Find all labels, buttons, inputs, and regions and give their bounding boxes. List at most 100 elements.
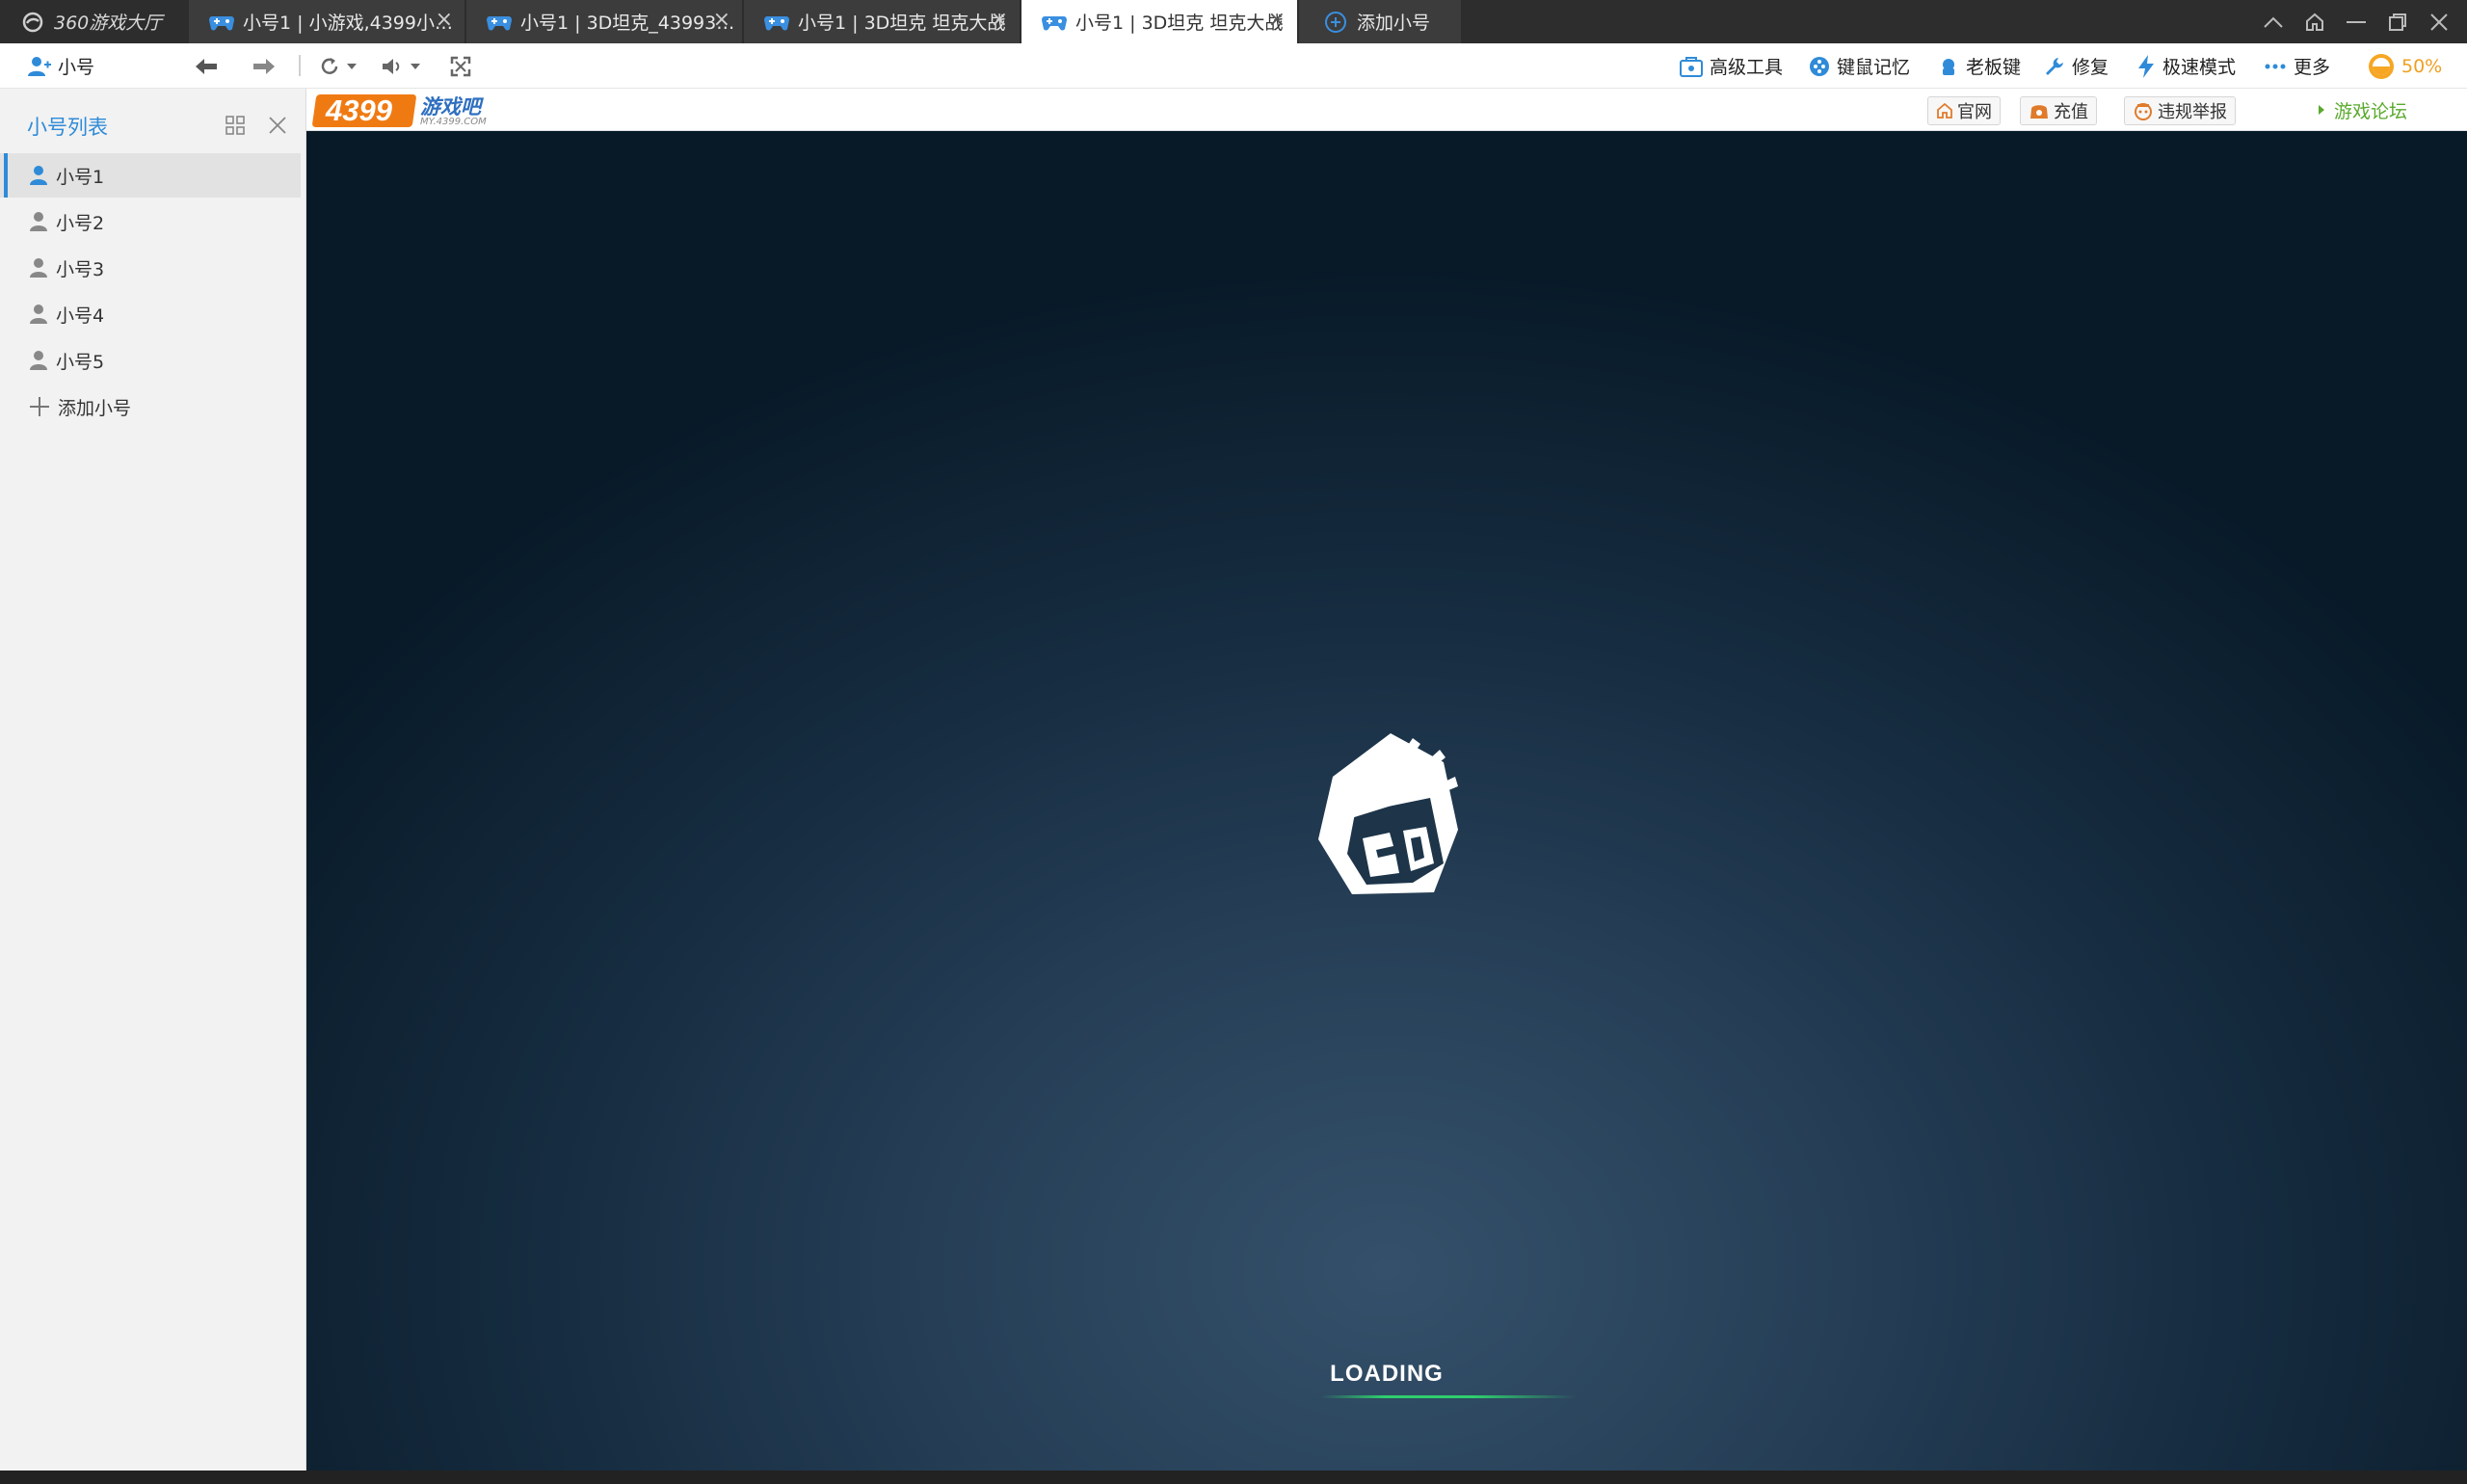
recharge-button[interactable]: 充值: [2020, 96, 2097, 125]
4399-logo[interactable]: 4399 游戏吧 MY.4399.COM: [311, 91, 507, 129]
volume-dropdown[interactable]: [380, 43, 422, 89]
fullscreen-icon[interactable]: [449, 43, 472, 89]
tab-close-icon[interactable]: ×: [713, 10, 730, 31]
sidebar-item-account1[interactable]: 小号1: [0, 153, 301, 198]
repair-button[interactable]: 修复: [2043, 43, 2109, 89]
tab-close-icon[interactable]: ×: [1268, 10, 1286, 31]
sidebar-item-account4[interactable]: 小号4: [0, 292, 301, 336]
advanced-tools-label: 高级工具: [1710, 57, 1784, 78]
account-label: 小号: [58, 57, 95, 78]
add-circle-icon: [1325, 11, 1346, 33]
forward-arrow-icon[interactable]: [251, 43, 278, 89]
caret-right-icon: [2319, 105, 2324, 115]
account-sidebar: 小号列表 小号1 小号2 小号3 小号4 小号5 添加小号: [0, 89, 306, 1471]
sidebar-item-label: 小号1: [56, 166, 105, 188]
sidebar-item-account5[interactable]: 小号5: [0, 338, 301, 383]
chevron-down-icon: [411, 63, 420, 69]
user-icon: [30, 212, 47, 231]
recharge-bag-icon: [2030, 105, 2048, 119]
tab-label: 小号1 | 3D坦克_43993D...: [520, 13, 742, 34]
turbo-mode-button[interactable]: 极速模式: [2135, 43, 2236, 89]
loading-text: LOADING: [1330, 1361, 1444, 1387]
lightning-icon: [2138, 54, 2154, 78]
refresh-dropdown[interactable]: [318, 43, 358, 89]
tab-account1-3dtank-active[interactable]: 小号1 | 3D坦克 坦克大战 ×: [1021, 0, 1297, 43]
volume-level-icon: [2369, 53, 2394, 79]
grid-view-icon[interactable]: [225, 116, 245, 135]
tab-label: 小号1 | 3D坦克 坦克大战: [798, 13, 1006, 34]
tab-home[interactable]: 360游戏大厅: [0, 0, 187, 43]
volume-level-button[interactable]: 50%: [2367, 43, 2442, 89]
restore-icon[interactable]: [2377, 0, 2418, 43]
official-label: 官网: [1957, 102, 1992, 122]
plus-icon: [30, 397, 49, 416]
toolbar-divider: [299, 55, 301, 76]
tab-close-icon[interactable]: ×: [991, 10, 1008, 31]
logo-number: 4399: [326, 93, 392, 127]
report-label: 违规举报: [2158, 102, 2227, 122]
3d-tank-logo-icon: [1318, 733, 1458, 894]
user-icon: [30, 351, 47, 370]
speaker-icon: [383, 58, 400, 74]
sidebar-item-account2[interactable]: 小号2: [0, 199, 301, 244]
user-add-icon: [28, 56, 51, 76]
report-face-icon: [2135, 103, 2152, 120]
game-forum-link[interactable]: 游戏论坛: [2317, 89, 2407, 131]
gamepad-icon: [764, 15, 789, 30]
keymouse-label: 键鼠记忆: [1837, 57, 1911, 78]
home-icon[interactable]: [2295, 0, 2335, 43]
loading-progress-line: [1320, 1395, 1576, 1398]
more-label: 更多: [2294, 57, 2331, 78]
turbo-label: 极速模式: [2162, 57, 2237, 78]
gamepad-icon: [1042, 15, 1067, 30]
advanced-tools-button[interactable]: 高级工具: [1679, 43, 1783, 89]
minimize-icon[interactable]: [2336, 0, 2376, 43]
boss-key-button[interactable]: 老板键: [1937, 43, 2021, 89]
official-site-button[interactable]: 官网: [1927, 96, 2001, 125]
tab-account1-minigames[interactable]: 小号1 | 小游戏,4399小游... ×: [189, 0, 464, 43]
tab-account1-3dtank-a[interactable]: 小号1 | 3D坦克_43993D... ×: [466, 0, 742, 43]
add-account-label: 添加小号: [58, 397, 132, 419]
tab-label: 小号1 | 小游戏,4399小游...: [243, 13, 464, 34]
back-arrow-icon[interactable]: [193, 43, 220, 89]
user-icon: [30, 166, 47, 185]
tab-add-account[interactable]: 添加小号: [1299, 0, 1461, 43]
tab-home-label: 360游戏大厅: [54, 13, 163, 34]
sidebar-item-label: 小号5: [56, 351, 105, 373]
add-account-button[interactable]: 添加小号: [0, 384, 301, 429]
tab-account1-3dtank-b[interactable]: 小号1 | 3D坦克 坦克大战 ×: [744, 0, 1020, 43]
toolbox-icon: [1680, 56, 1703, 77]
more-button[interactable]: 更多: [2265, 43, 2330, 89]
gamepad-round-icon: [1810, 56, 1829, 76]
keymouse-memory-button[interactable]: 键鼠记忆: [1808, 43, 1910, 89]
collapse-up-icon[interactable]: [2253, 0, 2294, 43]
gamepad-icon: [487, 15, 512, 30]
close-window-icon[interactable]: [2419, 0, 2459, 43]
more-dots-icon: [2265, 64, 2286, 68]
logo-url: MY.4399.COM: [420, 117, 487, 127]
chevron-down-icon: [347, 63, 357, 69]
user-icon: [30, 258, 47, 278]
wrench-icon: [2046, 57, 2063, 75]
user-icon: [30, 305, 47, 324]
sidebar-title: 小号列表: [27, 116, 108, 139]
refresh-icon: [321, 57, 338, 74]
sidebar-item-label: 小号4: [56, 305, 105, 327]
close-sidebar-icon[interactable]: [268, 116, 287, 135]
sidebar-item-label: 小号2: [56, 212, 105, 234]
home-icon: [1937, 102, 1952, 119]
tab-add-label: 添加小号: [1357, 13, 1431, 34]
report-button[interactable]: 违规举报: [2124, 96, 2236, 125]
bottom-status-bar: [0, 1471, 2467, 1484]
game-header-bar: 4399 游戏吧 MY.4399.COM 官网 充值 违规举报 游戏论坛: [306, 89, 2467, 131]
volume-percent: 50%: [2401, 55, 2443, 77]
gamepad-icon: [209, 15, 234, 30]
recharge-label: 充值: [2054, 102, 2088, 122]
account-button[interactable]: 小号: [27, 43, 94, 89]
title-tab-bar: 360游戏大厅 小号1 | 小游戏,4399小游... × 小号1 | 3D坦克…: [0, 0, 2467, 43]
game-canvas[interactable]: LOADING: [306, 131, 2467, 1471]
sidebar-item-account3[interactable]: 小号3: [0, 246, 301, 290]
tab-close-icon[interactable]: ×: [436, 10, 453, 31]
boss-key-label: 老板键: [1966, 57, 2022, 78]
forum-label: 游戏论坛: [2334, 100, 2408, 122]
